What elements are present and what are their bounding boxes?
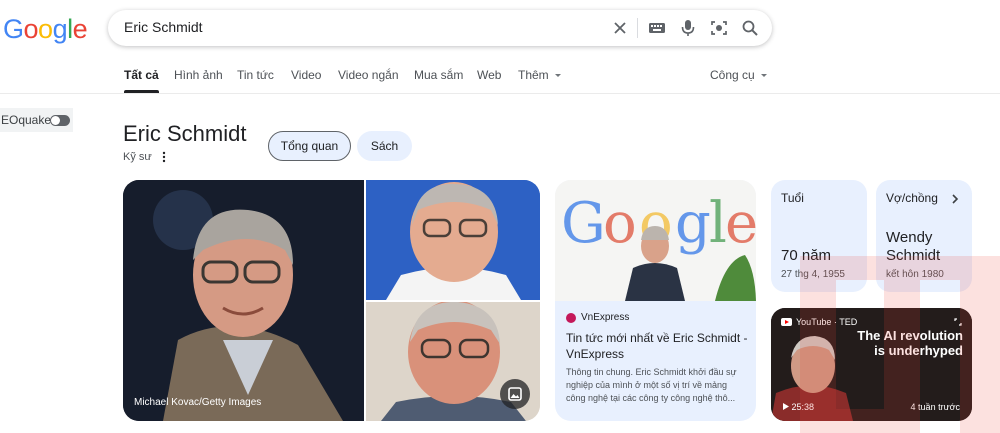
fact-value: 70 năm (781, 247, 832, 264)
entity-photo-2[interactable] (366, 180, 540, 300)
play-icon (783, 403, 789, 410)
fact-label: Vợ/chồng (886, 191, 938, 205)
more-vert-icon[interactable] (160, 151, 168, 163)
tab-news[interactable]: Tin tức (237, 68, 274, 82)
search-divider (637, 18, 638, 38)
clear-icon[interactable] (610, 18, 630, 38)
chip-books[interactable]: Sách (357, 131, 412, 161)
image-gallery-icon (508, 387, 522, 401)
google-logo[interactable]: Google (3, 14, 88, 45)
entity-photo-main[interactable]: Michael Kovac/Getty Images (123, 180, 364, 421)
tab-all[interactable]: Tất cả (124, 68, 159, 93)
search-bar[interactable]: Eric Schmidt (108, 10, 772, 46)
video-card[interactable]: YouTube · TED The AI revolution is under… (771, 308, 972, 421)
tab-web[interactable]: Web (477, 68, 501, 82)
eoquake-toggle[interactable] (50, 115, 70, 126)
fact-card-age[interactable]: Tuổi 70 năm 27 thg 4, 1955 (771, 180, 867, 292)
portrait-image (366, 180, 540, 300)
chevron-right-icon (952, 194, 959, 204)
fact-card-spouse[interactable]: Vợ/chồng Wendy Schmidt kết hôn 1980 (876, 180, 972, 292)
gallery-button[interactable] (500, 379, 530, 409)
lens-icon[interactable] (709, 18, 729, 38)
news-image: G o o g l e (555, 180, 756, 301)
divider (0, 93, 1000, 94)
tab-images[interactable]: Hình ảnh (174, 68, 223, 82)
tab-more[interactable]: Thêm (518, 68, 562, 82)
tools-button[interactable]: Công cụ (710, 68, 768, 82)
photo-credit: Michael Kovac/Getty Images (134, 397, 262, 408)
tab-more-label: Thêm (518, 68, 549, 82)
news-title[interactable]: Tin tức mới nhất về Eric Schmidt - VnExp… (566, 330, 748, 362)
svg-text:o: o (603, 191, 637, 256)
expand-icon[interactable] (954, 318, 962, 326)
tab-short-videos[interactable]: Video ngắn (338, 68, 399, 82)
keyboard-icon[interactable] (647, 18, 667, 38)
news-card[interactable]: G o o g l e VnExpress Tin tức mới nhất v… (555, 180, 756, 421)
eoquake-label: EOquake (1, 113, 52, 127)
entity-photo-3[interactable] (366, 302, 540, 421)
video-duration-text: 25:38 (791, 402, 815, 412)
tab-videos[interactable]: Video (291, 68, 321, 82)
video-source: YouTube · TED (796, 317, 858, 327)
tools-label: Công cụ (710, 68, 755, 82)
fact-sub: 27 thg 4, 1955 (781, 269, 845, 280)
fact-value: Wendy Schmidt (886, 229, 941, 264)
entity-title: Eric Schmidt (123, 121, 247, 146)
news-snippet: Thông tin chung. Eric Schmidt khởi đầu s… (566, 367, 737, 403)
svg-text:e: e (725, 191, 756, 256)
news-thumbnail: G o o g l e (555, 180, 756, 301)
eoquake-widget: EOquake (0, 108, 73, 132)
tab-shopping[interactable]: Mua sắm (414, 68, 463, 82)
caret-down-icon (555, 74, 562, 77)
caret-down-icon (761, 74, 768, 77)
entity-subtitle: Kỹ sư (123, 151, 152, 163)
news-source: VnExpress (581, 312, 630, 323)
chip-overview[interactable]: Tổng quan (268, 131, 351, 161)
fact-label: Tuổi (781, 191, 804, 205)
fact-sub: kết hôn 1980 (886, 269, 944, 280)
video-age: 4 tuần trước (910, 402, 960, 412)
video-duration: 25:38 (783, 402, 814, 412)
vnexpress-logo-icon (566, 313, 576, 323)
portrait-image (123, 180, 364, 421)
microphone-icon[interactable] (678, 18, 698, 38)
search-input[interactable]: Eric Schmidt (124, 19, 203, 35)
video-headline: The AI revolution is underhyped (857, 328, 963, 358)
search-icon[interactable] (740, 18, 760, 38)
svg-text:G: G (561, 191, 606, 256)
youtube-icon (781, 318, 792, 326)
svg-text:g: g (675, 191, 711, 256)
